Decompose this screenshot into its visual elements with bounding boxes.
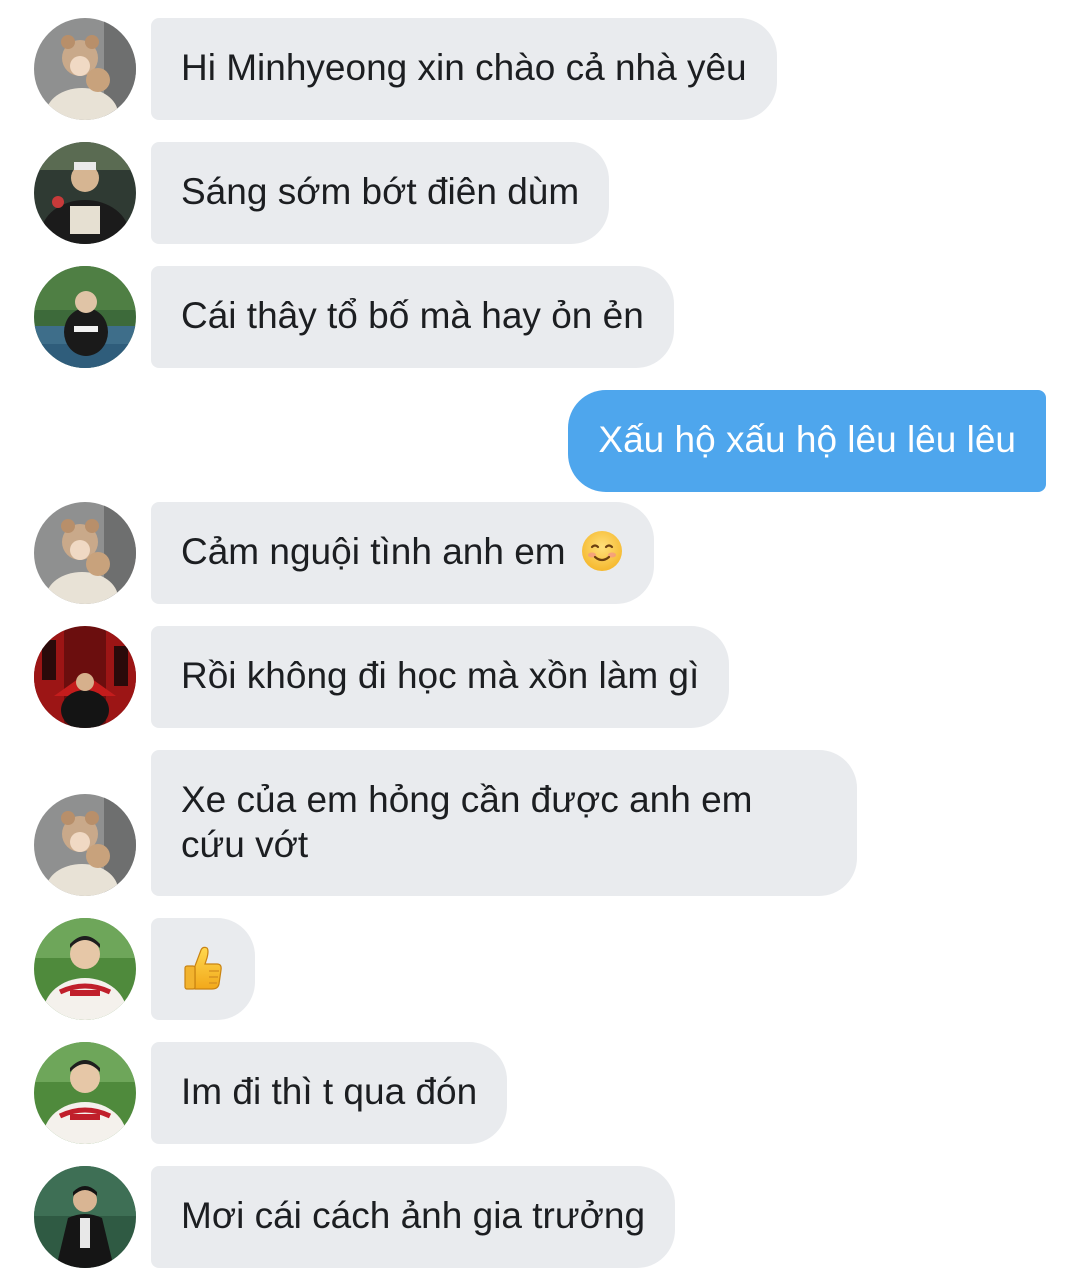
message-text: Cảm nguội tình anh em (181, 531, 566, 572)
message-row: Cái thây tổ bố mà hay ỏn ẻn (0, 266, 1080, 368)
message-row: Mơi cái cách ảnh gia trưởng (0, 1166, 1080, 1268)
message-bubble[interactable]: Cái thây tổ bố mà hay ỏn ẻn (151, 266, 674, 368)
message-bubble-outgoing[interactable]: Xấu hộ xấu hộ lêu lêu lêu (568, 390, 1046, 492)
avatar[interactable] (34, 502, 136, 604)
message-row: Hi Minhyeong xin chào cả nhà yêu (0, 18, 1080, 120)
message-text: Cái thây tổ bố mà hay ỏn ẻn (181, 295, 644, 336)
message-row: Sáng sớm bớt điên dùm (0, 142, 1080, 244)
message-text-line: Xe của em hỏng cần được anh em (181, 779, 753, 820)
message-bubble[interactable]: Xe của em hỏng cần được anh em cứu vớt (151, 750, 857, 896)
message-text: Xấu hộ xấu hộ lêu lêu lêu (598, 419, 1016, 460)
message-bubble[interactable]: Rồi không đi học mà xồn làm gì (151, 626, 730, 728)
message-text: Mơi cái cách ảnh gia trưởng (181, 1195, 646, 1236)
message-bubble[interactable] (151, 918, 255, 1020)
avatar[interactable] (34, 918, 136, 1020)
message-text-line: cứu vớt (181, 824, 309, 865)
message-row: Rồi không đi học mà xồn làm gì (0, 626, 1080, 728)
message-text: Im đi thì t qua đón (181, 1071, 478, 1112)
thumbs-up-emoji-icon (184, 946, 222, 990)
avatar[interactable] (34, 1042, 136, 1144)
message-text: Hi Minhyeong xin chào cả nhà yêu (181, 47, 747, 88)
message-text: Rồi không đi học mà xồn làm gì (181, 655, 700, 696)
message-bubble[interactable]: Mơi cái cách ảnh gia trưởng (151, 1166, 676, 1268)
smiling-face-emoji-icon (581, 531, 622, 572)
message-row: Xấu hộ xấu hộ lêu lêu lêu (0, 390, 1080, 492)
message-text: Sáng sớm bớt điên dùm (181, 171, 580, 212)
avatar[interactable] (34, 266, 136, 368)
message-row (0, 918, 1080, 1020)
message-row: Cảm nguội tình anh em (0, 502, 1080, 604)
avatar[interactable] (34, 794, 136, 896)
message-bubble[interactable]: Cảm nguội tình anh em (151, 502, 654, 604)
avatar[interactable] (34, 626, 136, 728)
avatar[interactable] (34, 1166, 136, 1268)
message-bubble[interactable]: Im đi thì t qua đón (151, 1042, 508, 1144)
message-row: Xe của em hỏng cần được anh em cứu vớt (0, 750, 1080, 896)
message-row: Im đi thì t qua đón (0, 1042, 1080, 1144)
message-bubble[interactable]: Sáng sớm bớt điên dùm (151, 142, 610, 244)
avatar[interactable] (34, 18, 136, 120)
message-bubble[interactable]: Hi Minhyeong xin chào cả nhà yêu (151, 18, 777, 120)
avatar[interactable] (34, 142, 136, 244)
